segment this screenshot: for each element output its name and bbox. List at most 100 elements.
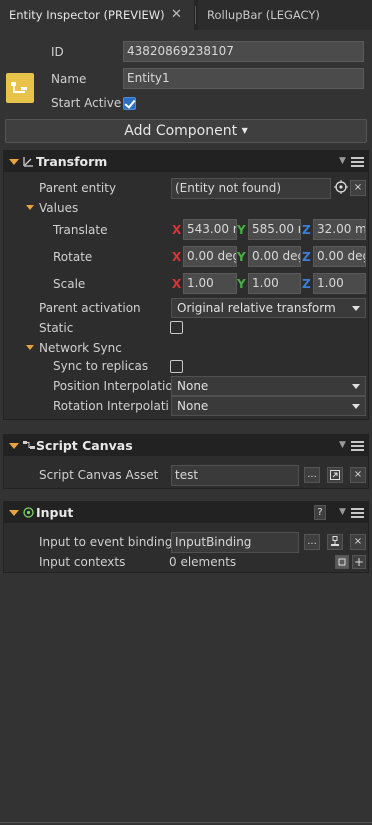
dropdown-caret-icon: ▼ (241, 126, 248, 135)
chevron-down-icon (352, 306, 360, 311)
axis-x-label: X (172, 277, 182, 291)
transform-title: Transform (36, 154, 108, 169)
parent-activation-label: Parent activation (39, 301, 141, 315)
bottom-border (0, 822, 372, 823)
collapse-arrow-icon[interactable] (9, 443, 19, 449)
rotation-interpolation-value: None (177, 399, 209, 413)
rotate-y-field[interactable]: 0.00 deg (248, 246, 301, 267)
translate-z-field[interactable]: 32.00 m (313, 219, 366, 240)
component-menu-arrow-icon[interactable]: ▼ (339, 440, 346, 450)
input-header[interactable]: Input ? ▼ (4, 502, 368, 523)
browse-asset-button[interactable]: ... (304, 467, 320, 483)
axis-y-label: Y (237, 223, 246, 237)
scale-y-field[interactable]: 1.00 (248, 273, 301, 294)
pick-entity-icon[interactable] (333, 180, 349, 196)
scale-x-field[interactable]: 1.00 (183, 273, 237, 294)
entity-icon (6, 73, 34, 103)
id-label: ID (51, 45, 64, 59)
clear-bindings-button[interactable]: × (350, 534, 366, 550)
translate-y-field[interactable]: 585.00 m (248, 219, 301, 240)
translate-label: Translate (53, 223, 108, 237)
scale-z-field[interactable]: 1.00 (313, 273, 366, 294)
script-canvas-card: Script Canvas ▼ Script Canvas Asset test… (3, 434, 369, 489)
tab-separator (195, 6, 196, 24)
tab-entity-inspector-label: Entity Inspector (PREVIEW) (9, 8, 165, 22)
input-contexts-label: Input contexts (39, 555, 126, 569)
transform-card: Transform ▼ Parent entity (Entity not fo… (3, 150, 369, 420)
rotation-interpolation-dropdown[interactable]: None (171, 396, 366, 416)
entity-glyph-icon (11, 82, 27, 93)
rotate-x-field[interactable]: 0.00 deg (183, 246, 237, 267)
network-sync-label: Network Sync (39, 341, 122, 355)
axis-z-label: Z (302, 223, 311, 237)
chevron-down-icon (352, 404, 360, 409)
axis-x-label: X (172, 223, 182, 237)
start-active-label: Start Active (51, 96, 122, 110)
close-icon[interactable]: ✕ (171, 0, 182, 30)
axis-x-label: X (172, 250, 182, 264)
chevron-down-icon (352, 384, 360, 389)
axis-z-label: Z (302, 250, 311, 264)
input-contexts-value: 0 elements (169, 555, 237, 569)
clear-parent-button[interactable]: × (350, 180, 366, 196)
scale-label: Scale (53, 277, 86, 291)
tab-rollupbar[interactable]: RollupBar (LEGACY) (198, 0, 372, 30)
add-component-label: Add Component (124, 123, 238, 139)
collapse-arrow-icon[interactable] (9, 510, 19, 516)
edit-bindings-icon[interactable] (327, 534, 343, 550)
input-title: Input (36, 505, 74, 520)
parent-activation-value: Original relative transform (177, 301, 336, 315)
position-interpolation-dropdown[interactable]: None (171, 376, 366, 396)
id-field[interactable]: 43820869238107 (123, 41, 364, 62)
script-canvas-icon (23, 441, 35, 449)
position-interpolation-value: None (177, 379, 209, 393)
tab-rollupbar-label: RollupBar (LEGACY) (207, 8, 320, 22)
add-context-button[interactable]: + (352, 555, 366, 569)
tab-bar: Entity Inspector (PREVIEW) ✕ RollupBar (… (0, 0, 372, 30)
transform-icon (23, 157, 33, 167)
axis-z-label: Z (302, 277, 311, 291)
parent-entity-field[interactable]: (Entity not found) (171, 178, 331, 199)
sync-to-replicas-label: Sync to replicas (53, 359, 149, 373)
add-component-button[interactable]: Add Component ▼ (5, 119, 367, 143)
collapse-arrow-icon[interactable] (9, 159, 19, 165)
script-canvas-header[interactable]: Script Canvas ▼ (4, 435, 368, 456)
help-icon[interactable]: ? (314, 505, 326, 520)
name-field[interactable]: Entity1 (123, 68, 364, 89)
input-bindings-field[interactable]: InputBinding (171, 532, 299, 553)
rotate-z-field[interactable]: 0.00 deg (313, 246, 366, 267)
script-canvas-asset-field[interactable]: test (171, 465, 299, 486)
translate-x-field[interactable]: 543.00 m (183, 219, 237, 240)
rotation-interpolation-label: Rotation Interpolation (53, 399, 169, 413)
name-label: Name (51, 72, 87, 86)
component-menu-icon[interactable] (351, 157, 364, 167)
transform-header[interactable]: Transform ▼ (4, 151, 368, 172)
browse-bindings-button[interactable]: ... (304, 534, 320, 550)
component-menu-icon[interactable] (351, 508, 364, 518)
position-interpolation-label: Position Interpolation (53, 379, 181, 393)
static-checkbox[interactable] (170, 321, 183, 334)
axis-y-label: Y (237, 277, 246, 291)
component-menu-arrow-icon[interactable]: ▼ (339, 156, 346, 166)
clear-asset-button[interactable]: × (350, 467, 366, 483)
values-label: Values (39, 201, 79, 215)
parent-entity-label: Parent entity (39, 181, 117, 195)
remove-all-contexts-icon[interactable] (335, 555, 349, 569)
script-canvas-title: Script Canvas (36, 438, 133, 453)
input-card: Input ? ▼ Input to event bindings InputB… (3, 501, 369, 573)
parent-activation-dropdown[interactable]: Original relative transform (171, 298, 366, 318)
component-menu-icon[interactable] (351, 441, 364, 451)
axis-y-label: Y (237, 250, 246, 264)
script-canvas-asset-label: Script Canvas Asset (39, 468, 159, 482)
network-sync-collapse-arrow-icon[interactable] (26, 345, 34, 350)
sync-to-replicas-checkbox[interactable] (170, 360, 183, 373)
values-collapse-arrow-icon[interactable] (26, 205, 34, 210)
static-label: Static (39, 321, 74, 335)
component-menu-arrow-icon[interactable]: ▼ (339, 507, 346, 517)
open-asset-icon[interactable] (327, 467, 343, 483)
input-bindings-label: Input to event bindings (39, 535, 179, 549)
rotate-label: Rotate (53, 250, 93, 264)
tab-entity-inspector[interactable]: Entity Inspector (PREVIEW) ✕ (0, 0, 194, 30)
input-icon (23, 507, 34, 518)
start-active-checkbox[interactable] (123, 97, 136, 110)
